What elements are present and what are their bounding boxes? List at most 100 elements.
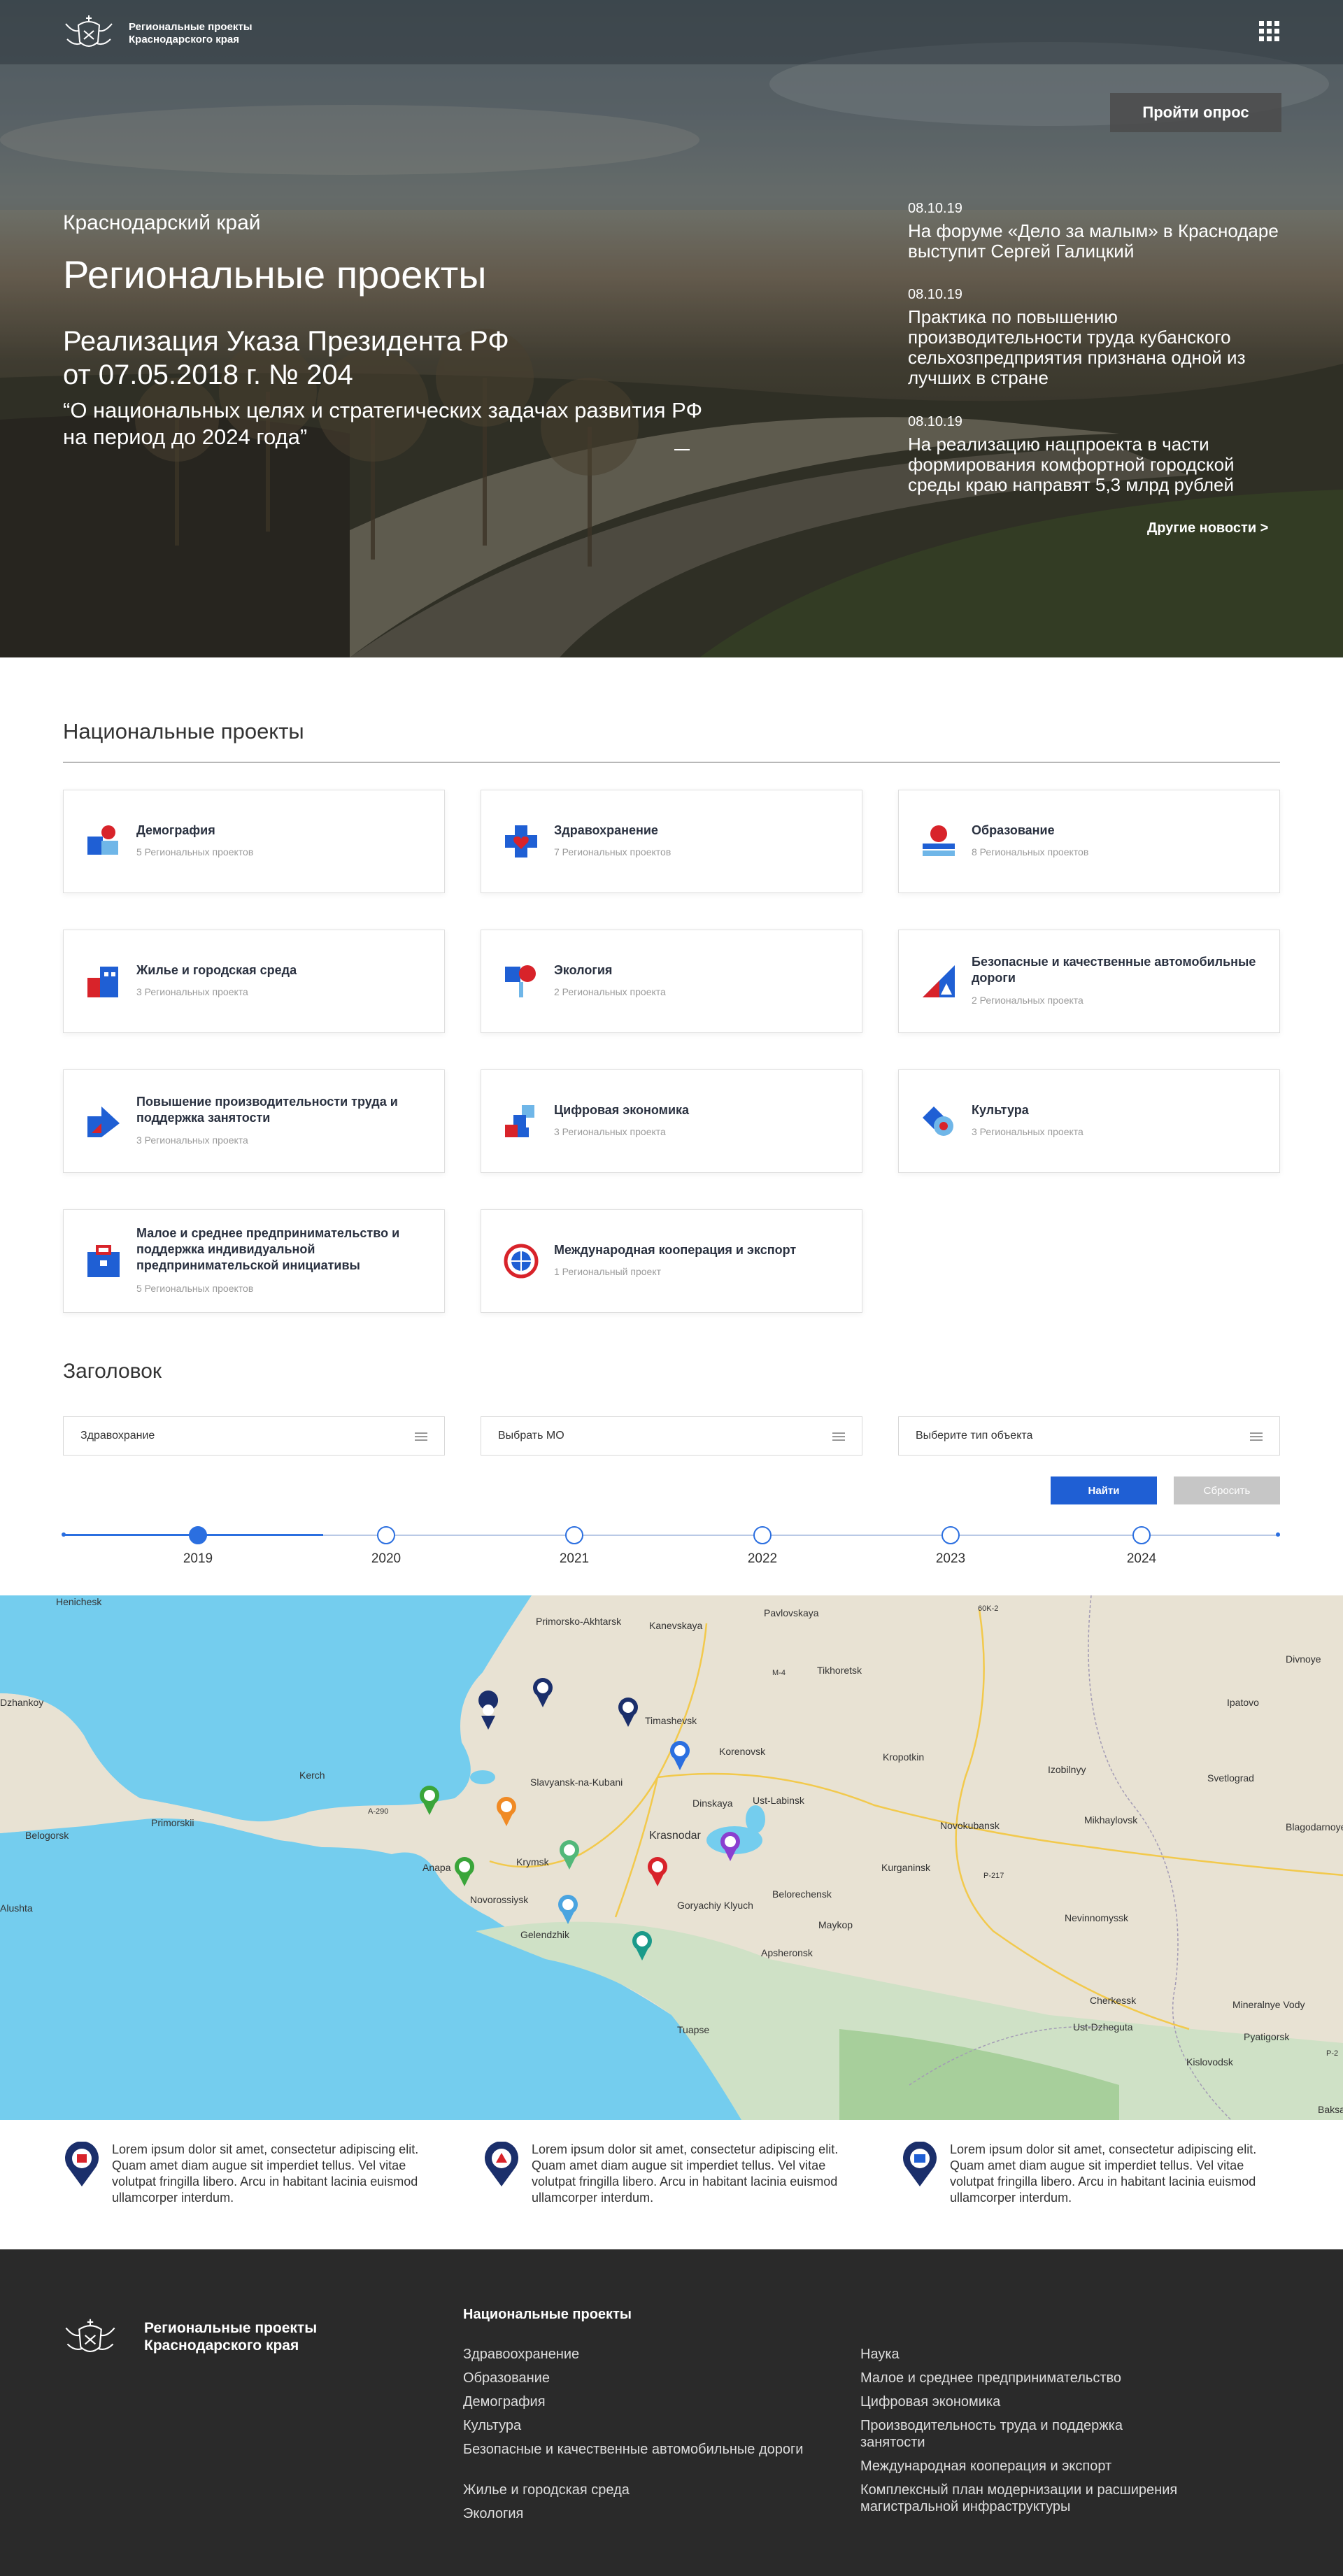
map-label: Tikhoretsk bbox=[817, 1665, 862, 1676]
map-label: Svetlograd bbox=[1207, 1772, 1254, 1784]
coat-of-arms-logo[interactable] bbox=[62, 11, 116, 56]
project-card-ecology[interactable]: Экология 2 Региональных проекта bbox=[481, 930, 862, 1033]
footer-link[interactable]: Международная кооперация и экспорт bbox=[860, 2458, 1224, 2475]
news-title[interactable]: Практика по повышению производительности… bbox=[908, 307, 1286, 388]
project-count: 3 Региональных проекта bbox=[554, 1126, 666, 1137]
timeline-label: 2021 bbox=[559, 1551, 590, 1566]
project-card-culture[interactable]: Культура 3 Региональных проекта bbox=[898, 1069, 1280, 1173]
map-label: Mikhaylovsk bbox=[1084, 1814, 1138, 1826]
object-type-select[interactable]: Выберите тип объекта bbox=[898, 1416, 1280, 1456]
hero-subtitle-line1: Реализация Указа Президента РФ bbox=[63, 326, 509, 357]
footer-link[interactable]: Демография bbox=[463, 2393, 827, 2410]
project-select[interactable]: Здравохрание bbox=[63, 1416, 445, 1456]
news-item[interactable]: 08.10.19 На форуме «Дело за малым» в Кра… bbox=[908, 201, 1286, 262]
more-news-link[interactable]: Другие новости > bbox=[1147, 520, 1268, 536]
footer-link[interactable]: Образование bbox=[463, 2370, 827, 2386]
timeline-year-2023[interactable] bbox=[941, 1526, 960, 1544]
news-item[interactable]: 08.10.19 На реализацию нацпроекта в част… bbox=[908, 414, 1286, 495]
healthcare-icon bbox=[505, 825, 537, 858]
housing-icon bbox=[87, 967, 118, 997]
menu-lines-icon bbox=[1250, 1432, 1263, 1441]
project-count: 2 Региональных проекта bbox=[972, 995, 1083, 1006]
footer-site-name-line2: Краснодарского края bbox=[144, 2337, 299, 2354]
project-count: 3 Региональных проекта bbox=[972, 1126, 1083, 1137]
footer-link[interactable]: Цифровая экономика bbox=[860, 2393, 1224, 2410]
project-card-roads[interactable]: Безопасные и качественные автомобильные … bbox=[898, 930, 1280, 1033]
filter-title: Заголовок bbox=[63, 1360, 162, 1383]
footer-link[interactable]: Комплексный план модернизации и расширен… bbox=[860, 2482, 1238, 2515]
section-title: Национальные проекты bbox=[63, 719, 304, 743]
footer-link[interactable]: Культура bbox=[463, 2417, 827, 2434]
map-label: Cherkessk bbox=[1090, 1995, 1137, 2006]
footer-link[interactable]: Малое и среднее предпринимательство bbox=[860, 2370, 1224, 2386]
footer-link[interactable]: Экология bbox=[463, 2505, 827, 2522]
timeline-year-2021[interactable] bbox=[565, 1526, 583, 1544]
map-label: Tuapse bbox=[677, 2024, 709, 2035]
project-card-digital-economy[interactable]: Цифровая экономика 3 Региональных проект… bbox=[481, 1069, 862, 1173]
hero-section: Региональные проекты Краснодарского края… bbox=[0, 0, 1343, 657]
news-item[interactable]: 08.10.19 Практика по повышению производи… bbox=[908, 287, 1286, 388]
timeline-year-2020[interactable] bbox=[377, 1526, 395, 1544]
coat-of-arms-logo[interactable] bbox=[62, 2314, 119, 2363]
education-icon bbox=[923, 825, 955, 856]
project-card-export[interactable]: Международная кооперация и экспорт 1 Рег… bbox=[481, 1209, 862, 1313]
news-title[interactable]: На реализацию нацпроекта в части формиро… bbox=[908, 434, 1286, 495]
hero-quote: “О национальных целях и стратегических з… bbox=[63, 397, 762, 450]
timeline-year-2022[interactable] bbox=[753, 1526, 772, 1544]
footer-link[interactable]: Жилье и городская среда bbox=[463, 2482, 827, 2498]
map-pin-icon bbox=[485, 2142, 518, 2186]
find-button[interactable]: Найти bbox=[1051, 1476, 1157, 1504]
projects-map[interactable]: Henichesk Primorsko-Akhtarsk Kanevskaya … bbox=[0, 1595, 1343, 2120]
map-canvas[interactable]: Henichesk Primorsko-Akhtarsk Kanevskaya … bbox=[0, 1595, 1343, 2120]
footer-site-name: Региональные проекты Краснодарского края bbox=[144, 2319, 317, 2354]
footer-heading: Национальные проекты bbox=[463, 2307, 632, 2322]
project-card-healthcare[interactable]: Здравохранение 7 Региональных проектов bbox=[481, 790, 862, 893]
map-label: Kerch bbox=[299, 1770, 325, 1781]
footer-link[interactable]: Наука bbox=[860, 2346, 1224, 2363]
map-label: Mineralnye Vody bbox=[1232, 1999, 1305, 2010]
map-label: Pyatigorsk bbox=[1244, 2031, 1290, 2042]
project-card-productivity[interactable]: Повышение производительности труда и под… bbox=[63, 1069, 445, 1173]
footer-site-name-line1: Региональные проекты bbox=[144, 2320, 318, 2336]
project-count: 8 Региональных проектов bbox=[972, 846, 1089, 858]
map-label: Anapa bbox=[422, 1862, 451, 1873]
map-label: Nevinnomyssk bbox=[1065, 1912, 1129, 1923]
map-label: 60K-2 bbox=[978, 1604, 998, 1613]
legend-text: Lorem ipsum dolor sit amet, consectetur … bbox=[950, 2142, 1257, 2205]
section-divider bbox=[63, 762, 1280, 763]
project-name: Повышение производительности труда и под… bbox=[136, 1095, 398, 1125]
survey-button[interactable]: Пройти опрос bbox=[1110, 93, 1281, 132]
grid-icon[interactable] bbox=[1259, 21, 1280, 42]
news-title[interactable]: На форуме «Дело за малым» в Краснодаре в… bbox=[908, 221, 1286, 262]
project-card-housing[interactable]: Жилье и городская среда 3 Региональных п… bbox=[63, 930, 445, 1033]
timeline-year-2024[interactable] bbox=[1132, 1526, 1151, 1544]
map-label: Novokubansk bbox=[940, 1820, 1000, 1831]
project-name: Международная кооперация и экспорт bbox=[554, 1243, 797, 1257]
project-name: Образование bbox=[972, 823, 1055, 837]
map-label: Kurganinsk bbox=[881, 1862, 931, 1873]
municipality-select[interactable]: Выбрать МО bbox=[481, 1416, 862, 1456]
project-name: Безопасные и качественные автомобильные … bbox=[972, 955, 1256, 985]
map-label: Blagodarnoye bbox=[1286, 1821, 1343, 1833]
project-card-demography[interactable]: Демография 5 Региональных проектов bbox=[63, 790, 445, 893]
project-count: 2 Региональных проекта bbox=[554, 986, 666, 997]
map-label: Maykop bbox=[818, 1919, 853, 1930]
project-card-business[interactable]: Малое и среднее предпринимательство и по… bbox=[63, 1209, 445, 1313]
news-date: 08.10.19 bbox=[908, 201, 962, 216]
footer-link[interactable]: Безопасные и качественные автомобильные … bbox=[463, 2441, 813, 2458]
timeline-label: 2022 bbox=[747, 1551, 778, 1566]
roads-icon bbox=[923, 965, 955, 997]
map-label: P-2 bbox=[1326, 2049, 1338, 2058]
logo-title: Региональные проекты Краснодарского края bbox=[129, 21, 253, 46]
digital-economy-icon bbox=[505, 1105, 534, 1137]
object-type-select-value: Выберите тип объекта bbox=[916, 1430, 1033, 1442]
map-label: Krasnodar bbox=[649, 1830, 701, 1842]
footer-link[interactable]: Здравоохранение bbox=[463, 2346, 827, 2363]
map-label: A-290 bbox=[368, 1807, 388, 1816]
footer-link[interactable]: Производительность труда и поддержка зан… bbox=[860, 2417, 1189, 2451]
timeline-year-2019[interactable] bbox=[189, 1526, 207, 1544]
project-count: 3 Региональных проекта bbox=[136, 986, 248, 997]
project-card-education[interactable]: Образование 8 Региональных проектов bbox=[898, 790, 1280, 893]
reset-button[interactable]: Сбросить bbox=[1174, 1476, 1280, 1504]
map-label: Krymsk bbox=[516, 1856, 550, 1867]
